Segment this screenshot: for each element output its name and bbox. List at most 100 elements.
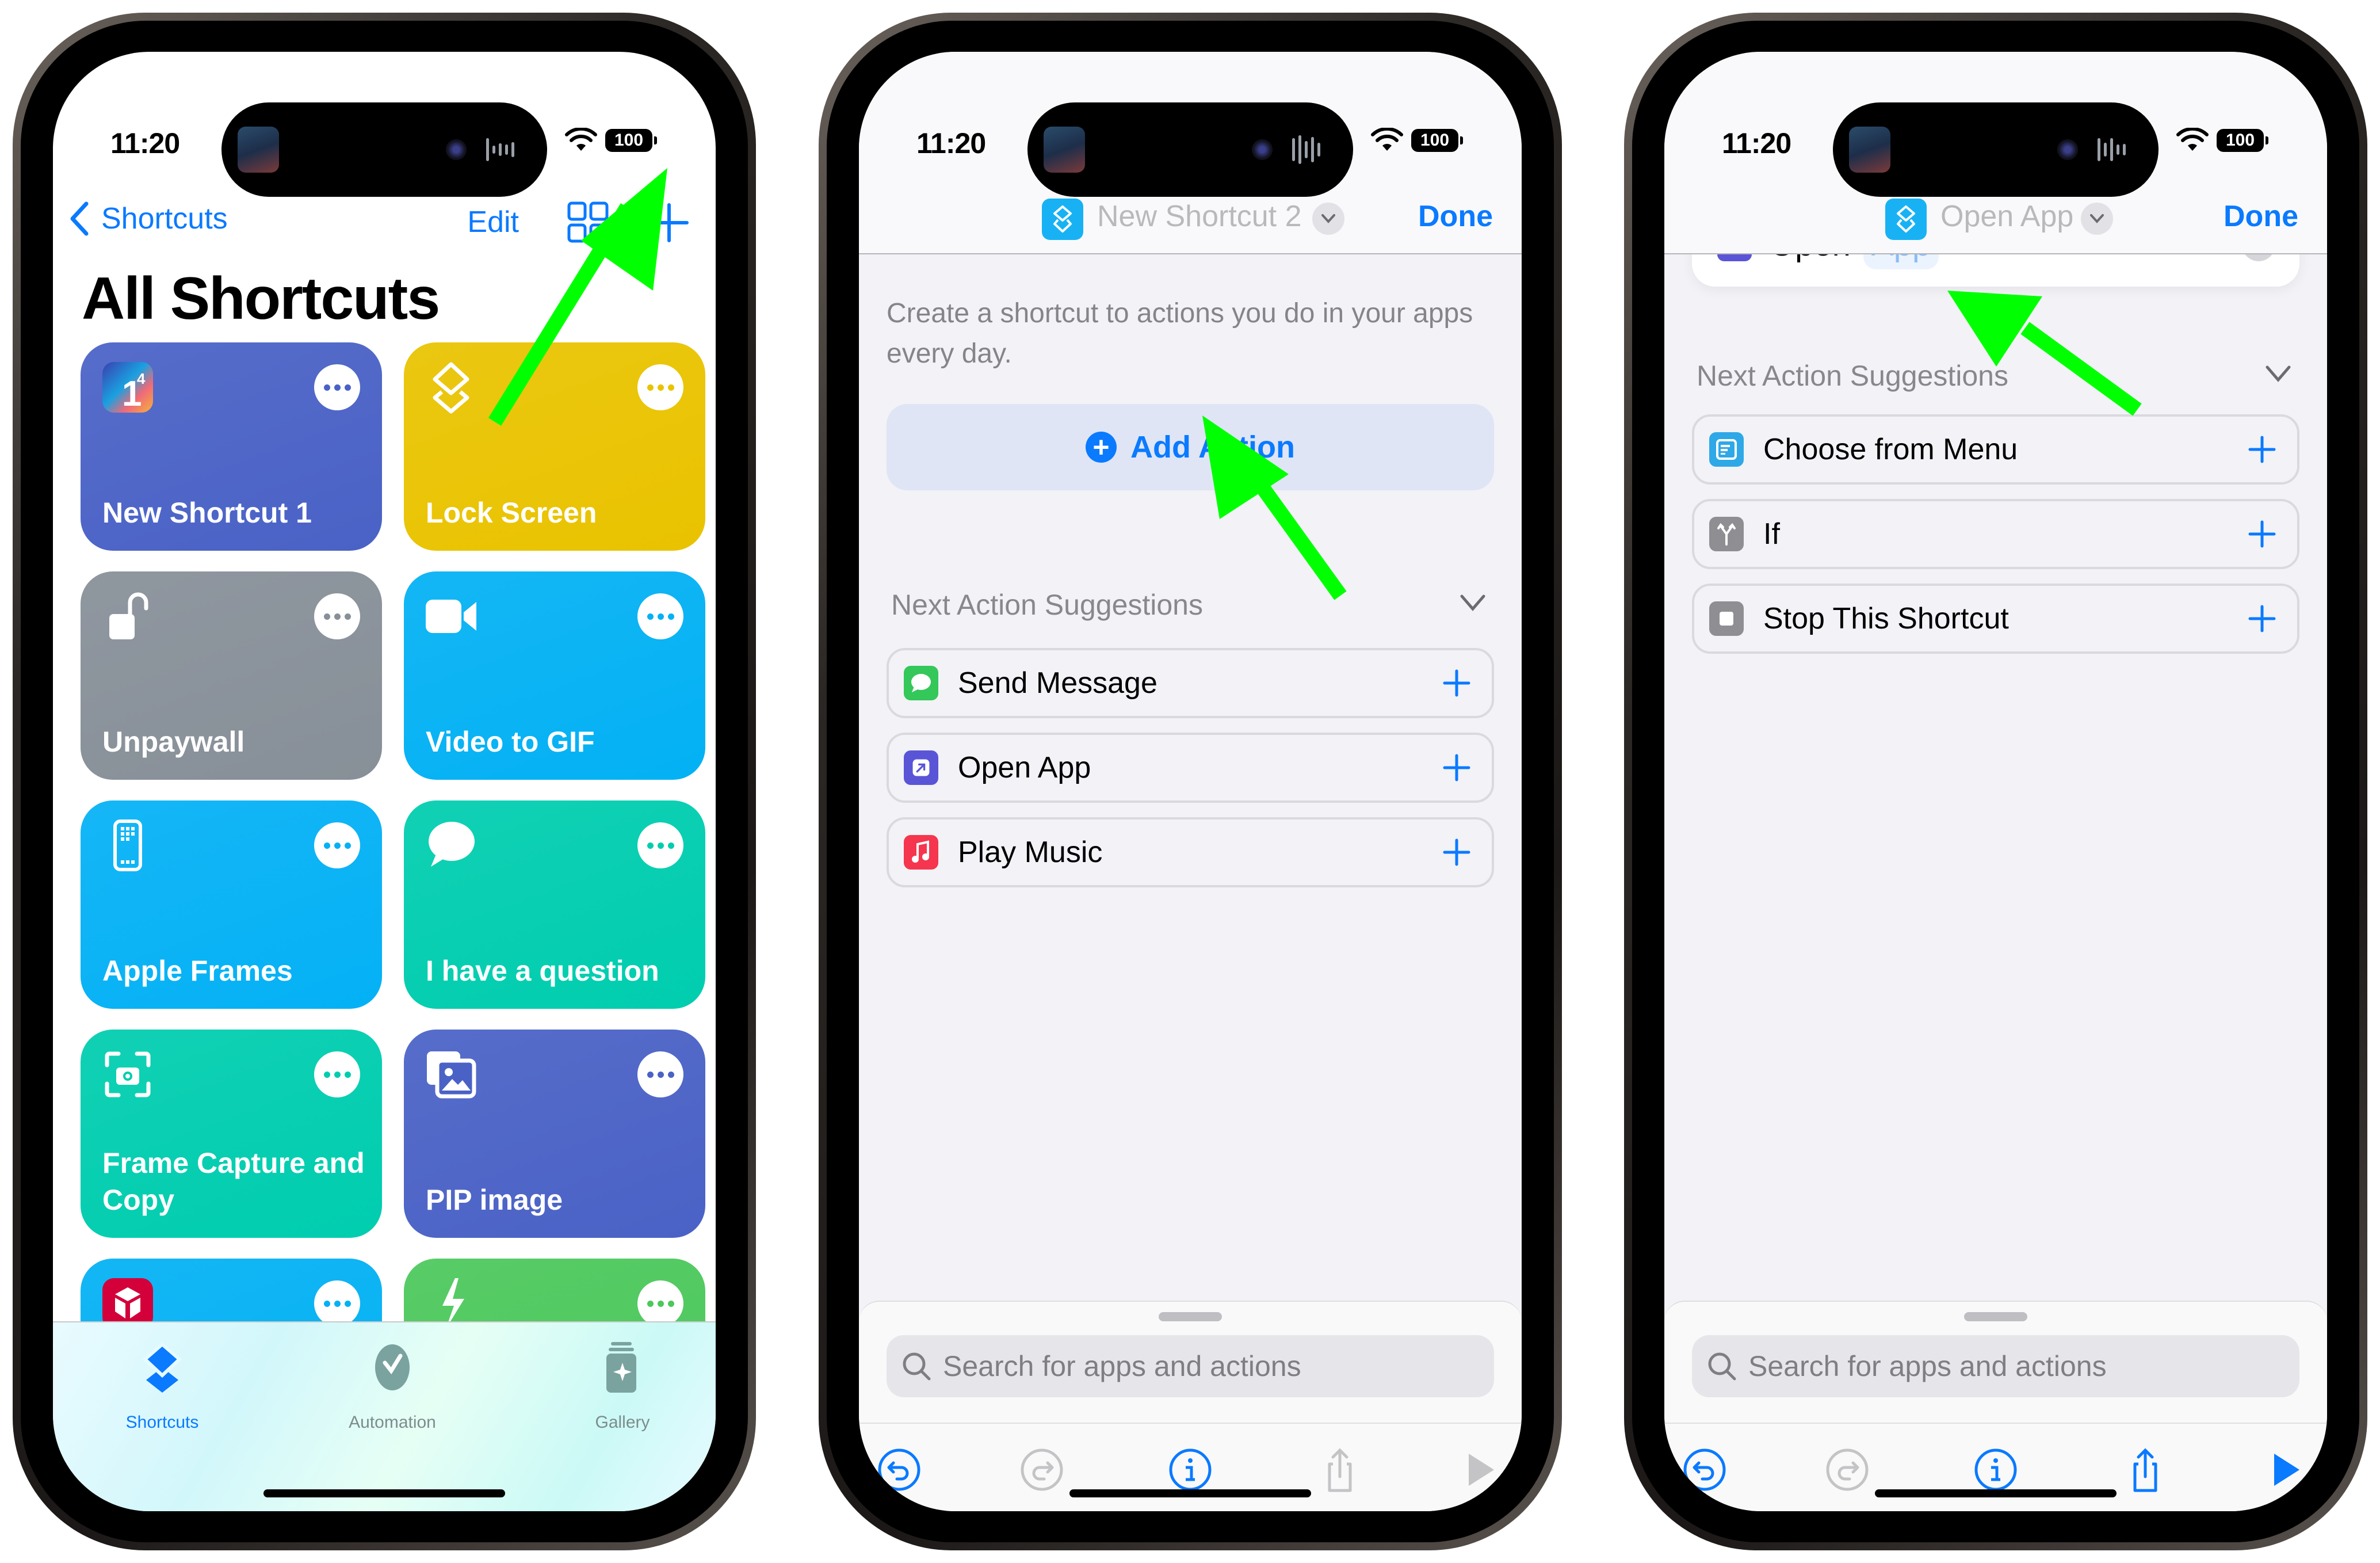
clock-check-icon <box>375 1344 410 1390</box>
more-options-button[interactable] <box>637 593 683 639</box>
shortcut-title[interactable]: New Shortcut 2 <box>1097 199 1302 234</box>
shortcut-tile[interactable]: Unpaywall <box>81 571 382 780</box>
status-time: 11:20 <box>110 127 180 159</box>
phone-all-shortcuts: 11:20 100 Shortcuts Edit All Shortcuts 1… <box>13 13 756 1550</box>
info-icon[interactable] <box>1167 1447 1213 1493</box>
redo-icon[interactable] <box>1019 1447 1065 1493</box>
tab-gallery[interactable]: Gallery <box>553 1340 692 1432</box>
add-suggestion-plus-icon[interactable] <box>2248 520 2276 548</box>
now-playing-artwork <box>1849 127 1890 173</box>
shortcut-name: I have a question <box>426 955 659 987</box>
shortcut-tile[interactable]: Frame Capture and Copy <box>81 1030 382 1238</box>
undo-icon[interactable] <box>876 1447 922 1493</box>
tab-automation[interactable]: Automation <box>323 1340 461 1432</box>
done-button[interactable]: Done <box>1418 199 1493 234</box>
share-icon[interactable] <box>2122 1447 2168 1493</box>
suggestion-label: If <box>1763 517 1780 551</box>
more-options-button[interactable] <box>637 1051 683 1097</box>
suggestion-row[interactable]: Open App <box>887 733 1494 803</box>
action-search-sheet <box>1664 1301 2327 1511</box>
audio-waveform-icon <box>2098 132 2138 167</box>
suggestion-label: Play Music <box>958 836 1103 869</box>
shortcut-tile[interactable]: Apple Frames <box>81 800 382 1009</box>
wifi-icon <box>565 128 597 151</box>
chevron-down-icon[interactable] <box>2264 363 2293 386</box>
info-icon[interactable] <box>1973 1447 2019 1493</box>
add-suggestion-plus-icon[interactable] <box>2248 435 2276 464</box>
screenshot-camera-icon <box>101 1048 154 1101</box>
undo-icon[interactable] <box>1682 1447 1728 1493</box>
photos-icon <box>425 1048 477 1101</box>
suggestions-header[interactable]: Next Action Suggestions <box>1697 359 2293 392</box>
search-input[interactable] <box>943 1349 1415 1383</box>
more-options-button[interactable] <box>314 822 360 868</box>
edit-button[interactable]: Edit <box>467 205 519 239</box>
redo-icon[interactable] <box>1824 1447 1870 1493</box>
phone-open-app: 11:20 100 Open App Done Open App × Next … <box>1624 13 2367 1550</box>
add-action-button[interactable]: + Add Action <box>887 404 1494 490</box>
more-options-button[interactable] <box>637 364 683 410</box>
front-camera <box>2057 139 2078 160</box>
search-input[interactable] <box>1748 1349 2220 1383</box>
phone-new-shortcut: 11:20 100 New Shortcut 2 Done Create a s… <box>819 13 1562 1550</box>
run-play-icon[interactable] <box>1457 1447 1503 1493</box>
shortcut-name: Unpaywall <box>102 726 245 758</box>
branch-icon <box>1709 517 1744 551</box>
suggestion-row[interactable]: Choose from Menu <box>1692 414 2299 485</box>
suggestion-row[interactable]: Send Message <box>887 648 1494 718</box>
title-menu-chevron-icon[interactable] <box>1312 203 1344 235</box>
grid-view-icon[interactable] <box>567 201 609 243</box>
tab-label: Automation <box>349 1413 436 1432</box>
unlocked-padlock-icon <box>101 590 154 643</box>
more-options-button[interactable] <box>637 1280 683 1326</box>
title-menu-chevron-icon[interactable] <box>2081 203 2113 235</box>
add-suggestion-plus-icon[interactable] <box>1442 669 1471 697</box>
done-button[interactable]: Done <box>2224 199 2298 234</box>
back-button[interactable]: Shortcuts <box>68 201 228 236</box>
sheet-grabber[interactable] <box>1964 1312 2027 1321</box>
shortcuts-grid: 14 New Shortcut 1 Lock Screen Unpaywall … <box>81 342 705 1467</box>
chevron-down-icon[interactable] <box>1458 592 1487 615</box>
shortcut-title[interactable]: Open App <box>1940 199 2073 234</box>
search-field[interactable] <box>887 1335 1494 1397</box>
wifi-icon <box>1371 128 1403 151</box>
plus-circle-icon: + <box>1086 432 1117 463</box>
add-suggestion-plus-icon[interactable] <box>1442 838 1471 867</box>
share-icon[interactable] <box>1317 1447 1363 1493</box>
shortcut-tile[interactable]: 14 New Shortcut 1 <box>81 342 382 551</box>
chevron-left-icon <box>70 201 89 236</box>
sheet-grabber[interactable] <box>1159 1312 1222 1321</box>
shortcut-app-icon[interactable] <box>1885 199 1927 240</box>
suggestion-row[interactable]: Play Music <box>887 817 1494 887</box>
more-options-button[interactable] <box>314 593 360 639</box>
suggestions-header[interactable]: Next Action Suggestions <box>891 588 1487 622</box>
tab-shortcuts[interactable]: Shortcuts <box>93 1340 231 1432</box>
shortcut-name: Frame Capture and Copy <box>102 1147 365 1216</box>
add-suggestion-plus-icon[interactable] <box>2248 604 2276 633</box>
shortcut-tile[interactable]: Video to GIF <box>404 571 705 780</box>
more-options-button[interactable] <box>314 1051 360 1097</box>
status-time: 11:20 <box>1722 127 1791 159</box>
run-play-icon[interactable] <box>2263 1447 2309 1493</box>
more-options-button[interactable] <box>637 822 683 868</box>
phone-bezel: 11:20 100 Shortcuts Edit All Shortcuts 1… <box>21 21 748 1542</box>
suggestion-row[interactable]: If <box>1692 499 2299 569</box>
shortcut-tile[interactable]: PIP image <box>404 1030 705 1238</box>
suggestion-row[interactable]: Stop This Shortcut <box>1692 584 2299 654</box>
search-field[interactable] <box>1692 1335 2299 1397</box>
shortcut-tile[interactable]: I have a question <box>404 800 705 1009</box>
add-suggestion-plus-icon[interactable] <box>1442 753 1471 782</box>
more-options-button[interactable] <box>314 364 360 410</box>
home-indicator <box>263 1489 505 1497</box>
shortcut-app-icon[interactable] <box>1042 199 1083 240</box>
action-search-sheet <box>859 1301 1522 1511</box>
suggestions-header-label: Next Action Suggestions <box>891 589 1203 621</box>
editor-toolbar <box>1664 1423 2327 1511</box>
shortcuts-layers-icon <box>425 361 477 414</box>
more-options-button[interactable] <box>314 1280 360 1326</box>
audio-waveform-icon <box>1292 132 1332 167</box>
add-shortcut-plus-icon[interactable] <box>649 203 689 243</box>
battery-indicator: 100 <box>605 129 657 152</box>
shortcut-name: Video to GIF <box>426 726 595 758</box>
shortcut-tile[interactable]: Lock Screen <box>404 342 705 551</box>
